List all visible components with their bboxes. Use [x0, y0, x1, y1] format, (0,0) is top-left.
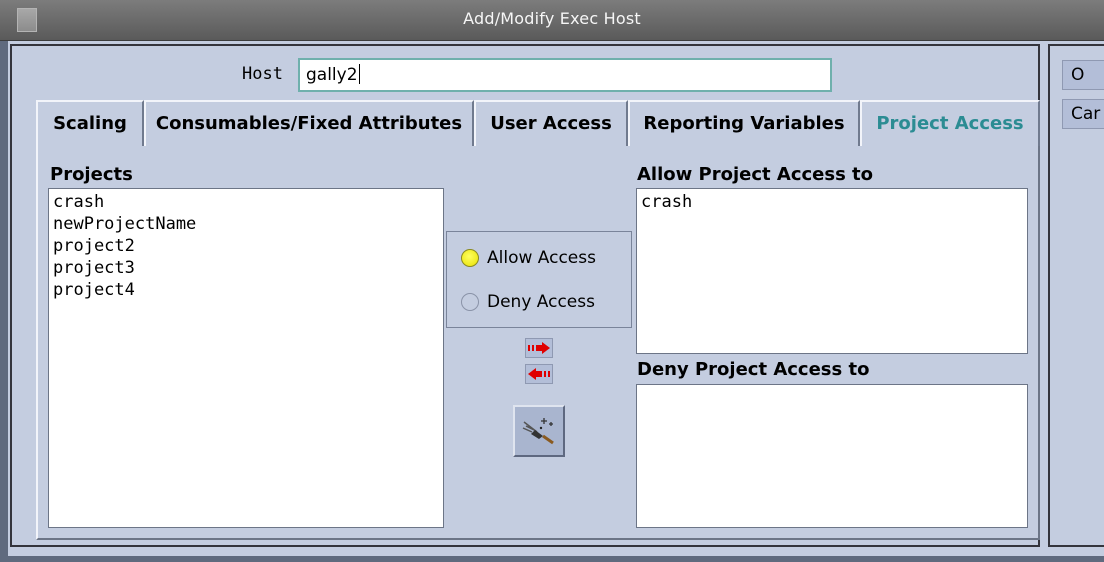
- list-item[interactable]: project2: [53, 235, 439, 257]
- add-project-button[interactable]: [525, 338, 553, 358]
- title-bar: Add/Modify Exec Host: [0, 0, 1104, 41]
- list-item[interactable]: crash: [641, 191, 1023, 213]
- projects-label: Projects: [50, 164, 133, 185]
- allow-access-label: Allow Access: [487, 248, 596, 268]
- host-label: Host: [242, 64, 283, 84]
- list-item[interactable]: project3: [53, 257, 439, 279]
- host-value: gally2: [306, 65, 358, 85]
- projects-list[interactable]: crash newProjectName project2 project3 p…: [48, 188, 444, 528]
- arrow-right-icon: [528, 342, 550, 354]
- ok-button[interactable]: O: [1062, 60, 1104, 90]
- radio-selected-icon: [461, 249, 479, 267]
- cancel-button[interactable]: Car: [1062, 99, 1104, 129]
- clear-button[interactable]: [513, 405, 565, 457]
- window-title: Add/Modify Exec Host: [463, 9, 641, 28]
- arrow-left-icon: [528, 368, 550, 380]
- tab-consumables[interactable]: Consumables/Fixed Attributes: [144, 100, 474, 146]
- tab-user-access[interactable]: User Access: [474, 100, 628, 146]
- allow-project-list[interactable]: crash: [636, 188, 1028, 354]
- list-item[interactable]: project4: [53, 279, 439, 301]
- list-item[interactable]: newProjectName: [53, 213, 439, 235]
- host-input[interactable]: gally2: [298, 58, 832, 92]
- allow-access-radio[interactable]: Allow Access: [461, 248, 596, 268]
- tab-project-access[interactable]: Project Access: [860, 100, 1040, 146]
- deny-project-list[interactable]: [636, 384, 1028, 528]
- tab-scaling[interactable]: Scaling: [36, 100, 144, 146]
- radio-unselected-icon: [461, 293, 479, 311]
- deny-access-radio[interactable]: Deny Access: [461, 292, 595, 312]
- list-item[interactable]: crash: [53, 191, 439, 213]
- tab-reporting-variables[interactable]: Reporting Variables: [628, 100, 860, 146]
- deny-access-label: Deny Access: [487, 292, 595, 312]
- text-cursor: [358, 64, 360, 84]
- window-frame-bottom: [0, 556, 1104, 562]
- access-mode-group: Allow Access Deny Access: [446, 231, 632, 328]
- allow-list-label: Allow Project Access to: [637, 164, 874, 185]
- remove-project-button[interactable]: [525, 364, 553, 384]
- deny-list-label: Deny Project Access to: [637, 359, 870, 380]
- clear-list-icon: [522, 418, 554, 445]
- window-frame-left: [0, 41, 8, 562]
